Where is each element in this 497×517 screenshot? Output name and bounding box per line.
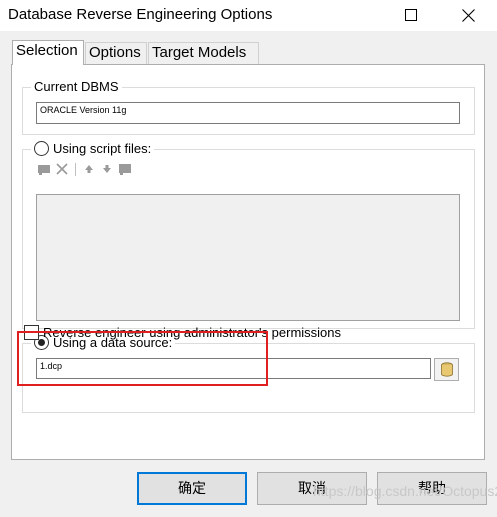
script-files-option[interactable]: Using script files: <box>31 141 155 156</box>
tab-options[interactable]: Options <box>85 42 147 64</box>
watermark: https://blog.csdn.net/Octopus21 <box>313 483 497 499</box>
database-icon <box>441 362 453 377</box>
close-icon <box>462 9 475 22</box>
maximize-button[interactable] <box>388 0 434 31</box>
delete-icon[interactable] <box>55 162 69 176</box>
current-dbms-field: ORACLE Version 11g <box>36 102 460 124</box>
highlight-box <box>17 331 268 386</box>
tab-selection[interactable]: Selection <box>12 40 84 65</box>
current-dbms-label: Current DBMS <box>31 79 122 94</box>
dialog-window: Database Reverse Engineering Options Sel… <box>0 0 497 517</box>
window-title: Database Reverse Engineering Options <box>8 6 273 23</box>
script-files-label: Using script files: <box>53 141 152 156</box>
add-icon[interactable] <box>37 162 51 176</box>
ok-button[interactable]: 确定 <box>137 472 247 505</box>
data-source-connect-button[interactable] <box>434 358 459 381</box>
move-down-icon[interactable] <box>100 162 114 176</box>
close-button[interactable] <box>445 0 491 31</box>
browse-icon[interactable] <box>118 162 132 176</box>
current-dbms-group: Current DBMS ORACLE Version 11g <box>22 79 475 135</box>
title-bar: Database Reverse Engineering Options <box>0 0 497 31</box>
maximize-icon <box>405 9 417 21</box>
toolbar-separator <box>75 162 76 176</box>
script-files-group: Using script files: <box>22 141 475 329</box>
script-files-list[interactable] <box>36 194 460 321</box>
script-files-radio[interactable] <box>34 141 49 156</box>
script-files-toolbar <box>37 162 132 176</box>
selection-tab-page: Current DBMS ORACLE Version 11g Using sc… <box>11 64 485 460</box>
tab-target-models[interactable]: Target Models <box>148 42 259 64</box>
move-up-icon[interactable] <box>82 162 96 176</box>
